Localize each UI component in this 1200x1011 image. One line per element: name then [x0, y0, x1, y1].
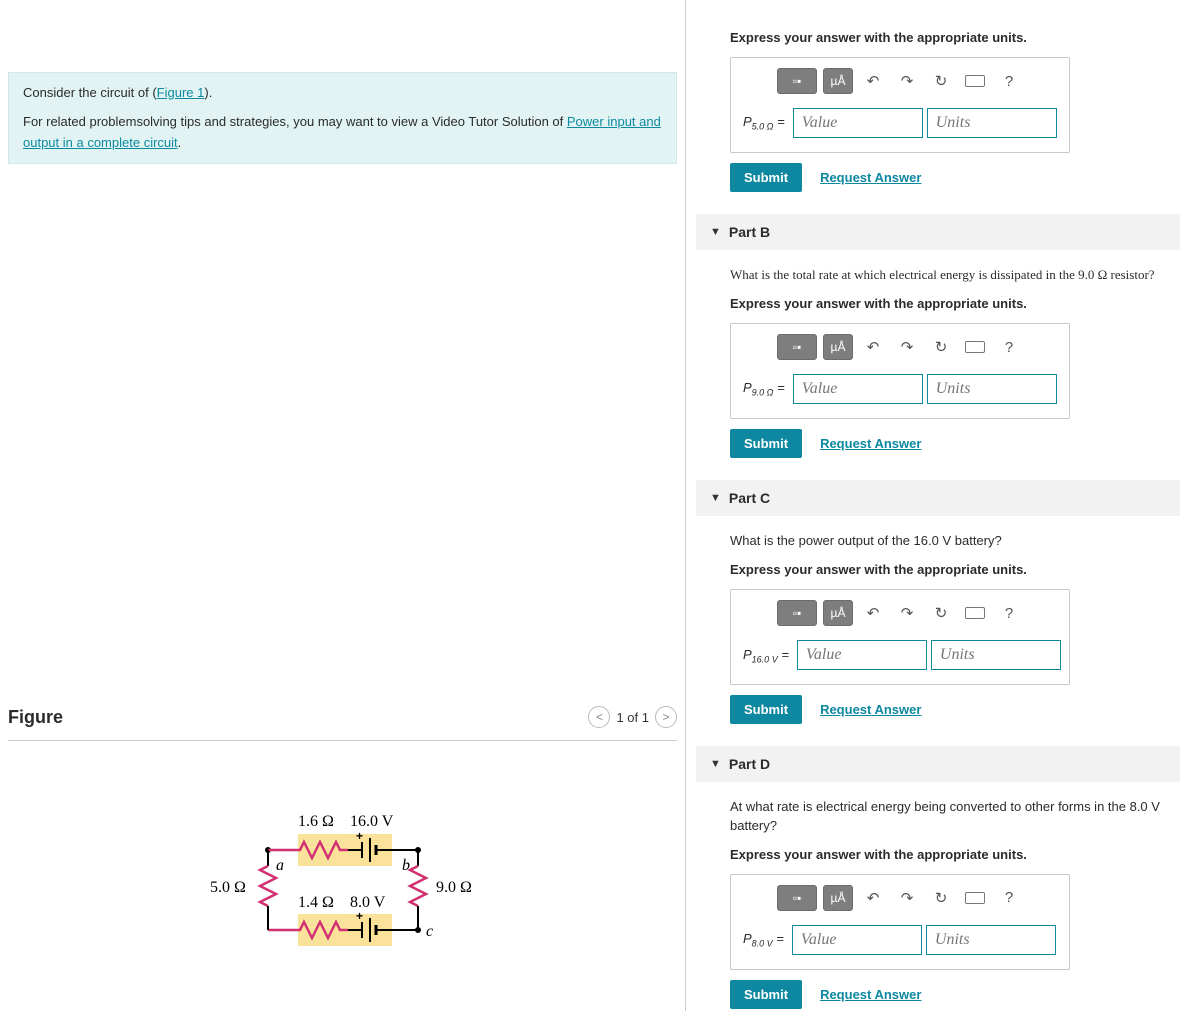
- svg-text:16.0 V: 16.0 V: [350, 813, 394, 830]
- units-input[interactable]: [931, 640, 1061, 670]
- part-b-title: Part B: [729, 224, 770, 240]
- reset-button[interactable]: ↻: [927, 68, 955, 94]
- request-answer-link[interactable]: Request Answer: [820, 987, 921, 1002]
- svg-text:1.6 Ω: 1.6 Ω: [298, 813, 334, 830]
- part-d-answer-box: ▫▪ µÅ ↶ ↷ ↻ ? P8.0 V =: [730, 874, 1070, 970]
- figure-pager: < 1 of 1 >: [588, 706, 677, 728]
- pager-next-button[interactable]: >: [655, 706, 677, 728]
- variable-label: P16.0 V =: [743, 647, 793, 665]
- submit-button[interactable]: Submit: [730, 980, 802, 1009]
- reset-button[interactable]: ↻: [927, 885, 955, 911]
- keyboard-button[interactable]: [961, 600, 989, 626]
- part-d-prompt: At what rate is electrical energy being …: [696, 782, 1180, 836]
- units-input[interactable]: [927, 108, 1057, 138]
- template-picker-button[interactable]: ▫▪: [777, 600, 817, 626]
- part-c-header[interactable]: ▼ Part C: [696, 480, 1180, 516]
- part-c-answer-box: ▫▪ µÅ ↶ ↷ ↻ ? P16.0 V =: [730, 589, 1070, 685]
- redo-button[interactable]: ↷: [893, 68, 921, 94]
- help-button[interactable]: ?: [995, 885, 1023, 911]
- help-button[interactable]: ?: [995, 600, 1023, 626]
- value-input[interactable]: [797, 640, 927, 670]
- part-d-title: Part D: [729, 756, 770, 772]
- undo-button[interactable]: ↶: [859, 885, 887, 911]
- part-c-prompt: What is the power output of the 16.0 V b…: [696, 516, 1180, 552]
- info-text: .: [178, 135, 182, 150]
- pager-prev-button[interactable]: <: [588, 706, 610, 728]
- problem-info-box: Consider the circuit of (Figure 1). For …: [8, 72, 677, 164]
- special-char-button[interactable]: µÅ: [823, 334, 853, 360]
- figure-title: Figure: [8, 707, 63, 728]
- svg-text:a: a: [276, 857, 284, 874]
- units-input[interactable]: [926, 925, 1056, 955]
- special-char-button[interactable]: µÅ: [823, 600, 853, 626]
- svg-text:9.0 Ω: 9.0 Ω: [436, 879, 472, 896]
- part-a-hint: Express your answer with the appropriate…: [696, 0, 1180, 45]
- info-text: ).: [204, 85, 212, 100]
- part-d-hint: Express your answer with the appropriate…: [696, 837, 1180, 862]
- caret-down-icon: ▼: [710, 492, 721, 504]
- part-a-answer-box: ▫▪ µÅ ↶ ↷ ↻ ? P5.0 Ω =: [730, 57, 1070, 153]
- figure-link[interactable]: Figure 1: [157, 85, 205, 100]
- help-button[interactable]: ?: [995, 68, 1023, 94]
- circuit-diagram: + +: [0, 780, 685, 980]
- caret-down-icon: ▼: [710, 758, 721, 770]
- keyboard-button[interactable]: [961, 68, 989, 94]
- part-b-header[interactable]: ▼ Part B: [696, 214, 1180, 250]
- template-picker-button[interactable]: ▫▪: [777, 68, 817, 94]
- svg-text:c: c: [426, 923, 433, 940]
- undo-button[interactable]: ↶: [859, 68, 887, 94]
- value-input[interactable]: [793, 374, 923, 404]
- variable-label: P5.0 Ω =: [743, 114, 789, 132]
- part-b-answer-box: ▫▪ µÅ ↶ ↷ ↻ ? P9.0 Ω =: [730, 323, 1070, 419]
- svg-text:8.0 V: 8.0 V: [350, 894, 386, 911]
- submit-button[interactable]: Submit: [730, 429, 802, 458]
- request-answer-link[interactable]: Request Answer: [820, 436, 921, 451]
- reset-button[interactable]: ↻: [927, 334, 955, 360]
- template-picker-button[interactable]: ▫▪: [777, 334, 817, 360]
- svg-text:1.4 Ω: 1.4 Ω: [298, 894, 334, 911]
- keyboard-button[interactable]: [961, 334, 989, 360]
- undo-button[interactable]: ↶: [859, 334, 887, 360]
- request-answer-link[interactable]: Request Answer: [820, 702, 921, 717]
- variable-label: P8.0 V =: [743, 931, 788, 949]
- svg-text:+: +: [356, 909, 363, 923]
- template-picker-button[interactable]: ▫▪: [777, 885, 817, 911]
- part-b-prompt: What is the total rate at which electric…: [696, 250, 1180, 286]
- reset-button[interactable]: ↻: [927, 600, 955, 626]
- info-text: For related problemsolving tips and stra…: [23, 114, 567, 129]
- units-input[interactable]: [927, 374, 1057, 404]
- redo-button[interactable]: ↷: [893, 885, 921, 911]
- special-char-button[interactable]: µÅ: [823, 68, 853, 94]
- special-char-button[interactable]: µÅ: [823, 885, 853, 911]
- submit-button[interactable]: Submit: [730, 695, 802, 724]
- pager-text: 1 of 1: [616, 710, 649, 725]
- info-text: Consider the circuit of (: [23, 85, 157, 100]
- part-d-header[interactable]: ▼ Part D: [696, 746, 1180, 782]
- keyboard-button[interactable]: [961, 885, 989, 911]
- redo-button[interactable]: ↷: [893, 600, 921, 626]
- value-input[interactable]: [792, 925, 922, 955]
- part-c-title: Part C: [729, 490, 770, 506]
- svg-text:b: b: [402, 857, 410, 874]
- value-input[interactable]: [793, 108, 923, 138]
- variable-label: P9.0 Ω =: [743, 380, 789, 398]
- undo-button[interactable]: ↶: [859, 600, 887, 626]
- part-c-hint: Express your answer with the appropriate…: [696, 552, 1180, 577]
- request-answer-link[interactable]: Request Answer: [820, 170, 921, 185]
- caret-down-icon: ▼: [710, 226, 721, 238]
- help-button[interactable]: ?: [995, 334, 1023, 360]
- submit-button[interactable]: Submit: [730, 163, 802, 192]
- svg-text:5.0 Ω: 5.0 Ω: [210, 879, 246, 896]
- svg-text:+: +: [356, 829, 363, 843]
- redo-button[interactable]: ↷: [893, 334, 921, 360]
- part-b-hint: Express your answer with the appropriate…: [696, 286, 1180, 311]
